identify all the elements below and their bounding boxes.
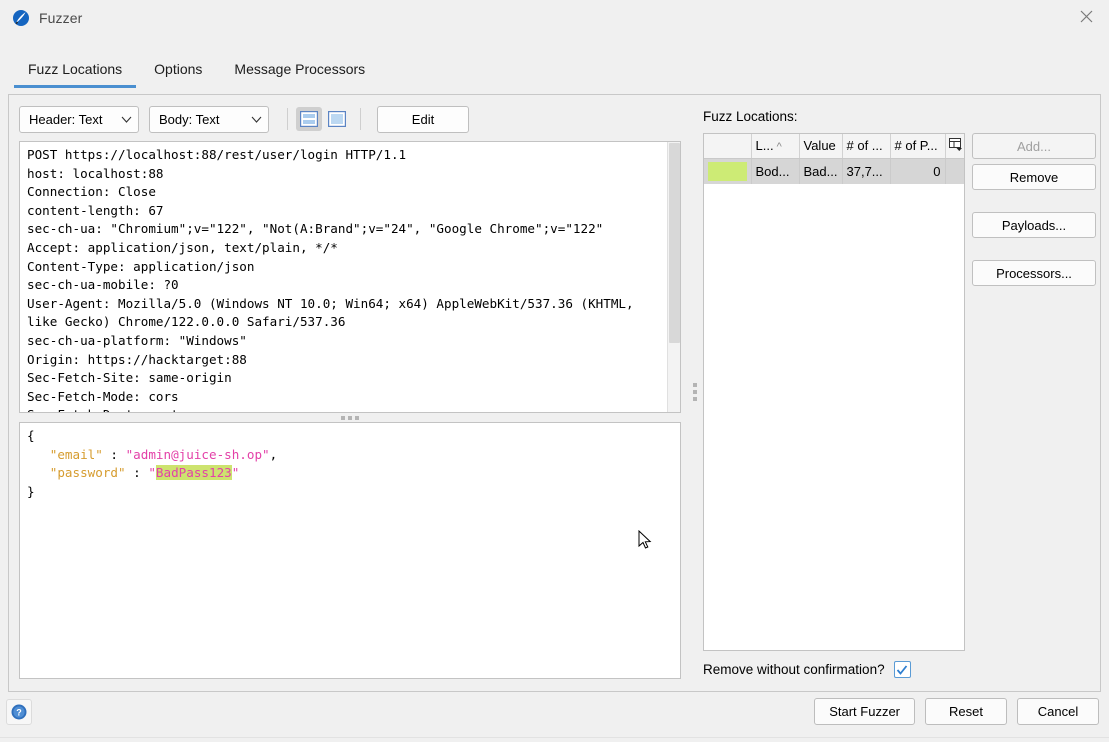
json-sep: :: [102, 446, 126, 462]
request-header-text: POST https://localhost:88/rest/user/logi…: [27, 147, 634, 412]
add-button-label: Add...: [1017, 138, 1051, 154]
swatch-box: [708, 161, 747, 181]
row-spacer: [945, 158, 964, 184]
header-view-select[interactable]: Header: Text: [19, 105, 139, 133]
row-payload-count: 37,7...: [842, 158, 891, 184]
column-settings-icon[interactable]: [945, 134, 964, 159]
column-header-payloads[interactable]: # of ...: [842, 134, 891, 159]
edit-button-label: Edit: [411, 111, 435, 127]
toolbar-divider: [360, 108, 361, 130]
dialog-footer: ? Start Fuzzer Reset Cancel: [0, 692, 1109, 742]
vertical-splitter[interactable]: [688, 99, 702, 685]
row-location: Bod...: [751, 158, 800, 184]
toolbar-divider: [287, 108, 288, 130]
fuzz-location-highlight[interactable]: BadPass123: [155, 465, 232, 481]
json-value-email: "admin@juice-sh.op": [125, 446, 270, 462]
tab-options[interactable]: Options: [140, 61, 216, 88]
json-open-brace: {: [27, 428, 35, 443]
tab-message-processors-label: Message Processors: [234, 61, 366, 77]
zap-logo-icon: [12, 9, 30, 27]
cancel-button-label: Cancel: [1037, 704, 1079, 719]
remove-without-confirmation-label: Remove without confirmation?: [703, 662, 885, 677]
column-header-processors[interactable]: # of P...: [890, 134, 946, 159]
fuzz-location-buttons: Add... Remove Payloads... Processors...: [972, 133, 1098, 286]
request-body-text: { "email" : "admin@juice-sh.op", "passwo…: [27, 427, 277, 501]
help-icon[interactable]: ?: [6, 699, 32, 725]
splitter-grip-icon: [341, 415, 359, 420]
request-scrollbar-thumb[interactable]: [669, 143, 680, 343]
processors-button-label: Processors...: [996, 265, 1072, 281]
json-close-brace: }: [27, 483, 35, 499]
tab-message-processors[interactable]: Message Processors: [220, 61, 379, 88]
reset-button[interactable]: Reset: [925, 698, 1007, 725]
json-key-email: "email": [49, 446, 103, 462]
title-bar: Fuzzer: [0, 0, 1109, 36]
remove-button[interactable]: Remove: [972, 164, 1096, 190]
message-editor-area: Header: Text Body: Text Edit POST https:…: [13, 99, 688, 685]
json-quote-open: ": [148, 465, 156, 481]
splitter-grip-icon: [693, 383, 697, 401]
horizontal-splitter[interactable]: [19, 413, 681, 422]
column-header-swatch[interactable]: [704, 134, 752, 159]
payloads-button-label: Payloads...: [1001, 217, 1067, 233]
body-view-select[interactable]: Body: Text: [149, 105, 269, 133]
remove-without-confirmation-checkbox[interactable]: [893, 661, 911, 678]
remove-button-label: Remove: [1009, 169, 1059, 185]
json-quote-close: ": [231, 465, 240, 481]
header-view-value: Header: Text: [29, 111, 103, 127]
payloads-button[interactable]: Payloads...: [972, 212, 1096, 238]
cancel-button[interactable]: Cancel: [1017, 698, 1099, 725]
processors-button[interactable]: Processors...: [972, 260, 1096, 286]
start-fuzzer-button[interactable]: Start Fuzzer: [814, 698, 915, 725]
fuzz-locations-label: Fuzz Locations:: [703, 109, 798, 124]
row-processor-count: 0: [890, 158, 946, 184]
body-view-value: Body: Text: [159, 111, 220, 127]
chevron-down-icon: [251, 116, 262, 123]
remove-without-confirmation-row: Remove without confirmation?: [703, 661, 911, 678]
tab-bar: Fuzz Locations Options Message Processor…: [0, 36, 1109, 88]
row-color-swatch: [704, 158, 752, 184]
request-scrollbar[interactable]: [667, 142, 680, 412]
single-view-icon[interactable]: [324, 107, 350, 131]
column-header-value[interactable]: Value: [799, 134, 843, 159]
request-body-pane[interactable]: { "email" : "admin@juice-sh.op", "passwo…: [19, 422, 681, 679]
footer-divider: [0, 737, 1109, 738]
split-view-icon[interactable]: [296, 107, 322, 131]
column-header-location-label: L...: [755, 138, 774, 154]
mouse-cursor: [638, 530, 652, 549]
json-comma: ,: [269, 446, 278, 462]
chevron-down-icon: [121, 116, 132, 123]
add-button[interactable]: Add...: [972, 133, 1096, 159]
fuzz-locations-table[interactable]: L... ^ Value # of ... # of P... Bod... B…: [703, 133, 965, 651]
json-sep: :: [125, 465, 149, 481]
footer-buttons: Start Fuzzer Reset Cancel: [814, 698, 1099, 725]
row-value: Bad...: [799, 158, 843, 184]
close-icon[interactable]: [1063, 0, 1109, 33]
edit-button[interactable]: Edit: [377, 105, 469, 133]
fuzzer-dialog: Fuzzer Fuzz Locations Options Message Pr…: [0, 0, 1109, 742]
reset-button-label: Reset: [949, 704, 983, 719]
fuzz-locations-area: Fuzz Locations: L... ^ Value # of ... # o: [702, 99, 1098, 685]
column-header-location[interactable]: L... ^: [751, 134, 800, 159]
fuzz-locations-panel: Header: Text Body: Text Edit POST https:…: [8, 94, 1101, 692]
table-row[interactable]: Bod... Bad... 37,7... 0: [704, 158, 964, 184]
svg-text:?: ?: [16, 708, 22, 718]
table-header-row: L... ^ Value # of ... # of P...: [704, 134, 964, 159]
start-fuzzer-button-label: Start Fuzzer: [829, 704, 900, 719]
tab-fuzz-locations-label: Fuzz Locations: [28, 61, 123, 77]
json-key-password: "password": [49, 465, 126, 481]
window-title: Fuzzer: [39, 10, 83, 26]
tab-fuzz-locations[interactable]: Fuzz Locations: [14, 61, 137, 88]
tab-options-label: Options: [154, 61, 203, 77]
message-toolbar: Header: Text Body: Text Edit: [19, 105, 469, 133]
sort-ascending-icon: ^: [776, 141, 782, 154]
request-header-pane[interactable]: POST https://localhost:88/rest/user/logi…: [19, 141, 681, 413]
